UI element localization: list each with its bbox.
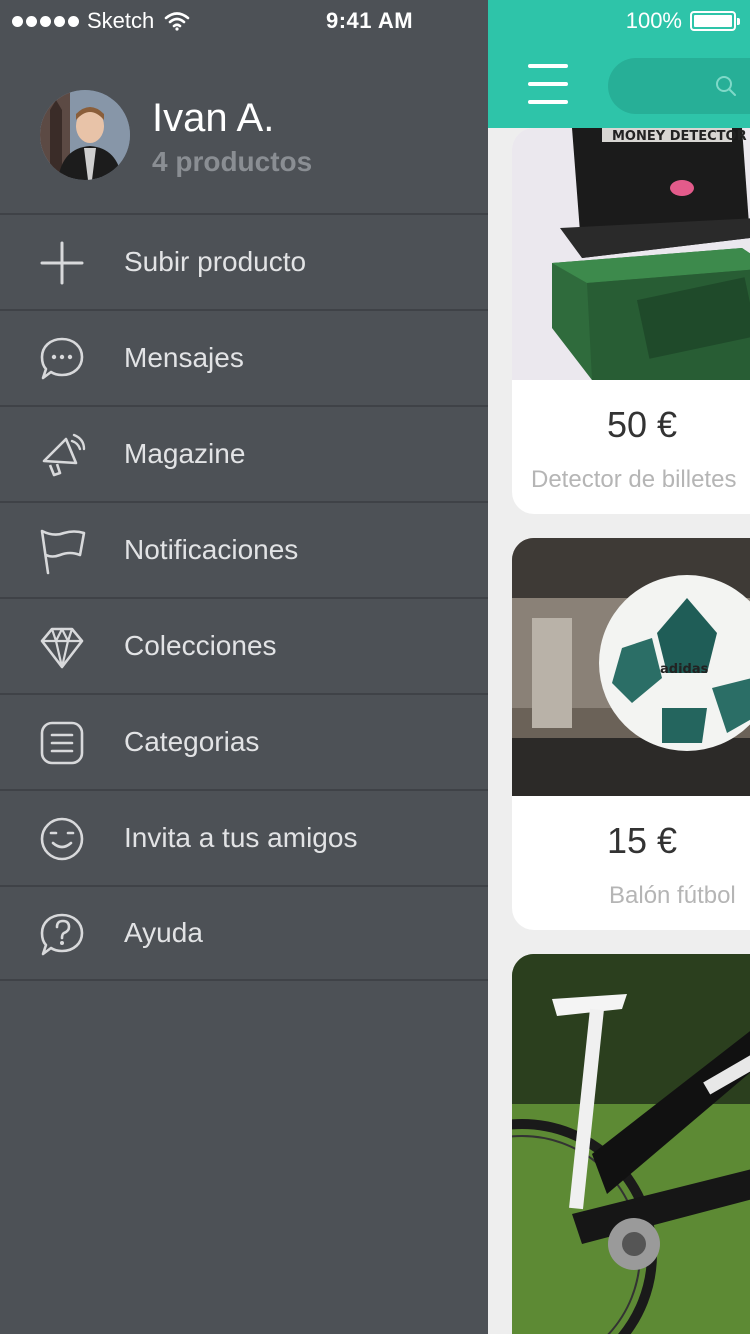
product-card[interactable]: adidas 15 € Balón fútbol — [512, 538, 750, 930]
product-feed: 100% MONEY DETECTOR 50 € Detector de bil… — [488, 0, 750, 1334]
status-time: 9:41 AM — [326, 8, 414, 33]
battery-icon — [690, 11, 740, 31]
flag-icon — [40, 529, 86, 575]
product-title: Detector de billetes — [531, 466, 737, 493]
product-image — [512, 954, 750, 1334]
menu-item-categories[interactable]: Categorias — [0, 693, 488, 789]
signal-dots-icon — [12, 15, 79, 27]
menu-item-label: Ayuda — [124, 917, 203, 948]
menu-item-upload[interactable]: Subir producto — [0, 213, 488, 309]
svg-text:MONEY DETECTOR: MONEY DETECTOR — [612, 129, 747, 144]
list-icon — [40, 721, 84, 765]
menu-item-label: Categorias — [124, 726, 260, 757]
menu-item-label: Subir producto — [124, 246, 307, 277]
menu-item-label: Magazine — [124, 438, 246, 469]
menu-item-label: Invita a tus amigos — [124, 822, 358, 853]
menu-item-notifications[interactable]: Notificaciones — [0, 501, 488, 597]
battery-percent: 100% — [625, 8, 682, 33]
svg-text:adidas: adidas — [660, 662, 709, 677]
menu-item-label: Mensajes — [124, 342, 244, 373]
diamond-icon — [40, 627, 84, 669]
help-bubble-icon — [40, 913, 84, 956]
wifi-icon — [164, 12, 190, 31]
product-price: 15 € — [606, 820, 678, 861]
menu-item-magazine[interactable]: Magazine — [0, 405, 488, 501]
carrier-name: Sketch — [87, 8, 155, 33]
search-icon — [716, 76, 736, 96]
plus-icon — [40, 241, 84, 285]
search-field[interactable] — [608, 58, 750, 114]
smiley-icon — [40, 817, 84, 861]
user-profile[interactable]: Ivan A. 4 productos — [0, 88, 488, 214]
product-card[interactable] — [512, 954, 750, 1334]
chat-bubble-icon — [40, 337, 84, 380]
status-bar-right: 100% — [625, 8, 740, 34]
menu-item-label: Notificaciones — [124, 534, 299, 565]
menu-item-messages[interactable]: Mensajes — [0, 309, 488, 405]
menu-item-help[interactable]: Ayuda — [0, 885, 488, 981]
menu-item-label: Colecciones — [124, 630, 277, 661]
drawer-menu: Subir producto Mensajes Magazine Notific… — [0, 213, 488, 981]
top-bar: 100% — [488, 0, 750, 128]
product-title: Balón fútbol — [609, 882, 736, 909]
status-bar-left: Sketch — [12, 8, 190, 34]
product-image: MONEY DETECTOR — [512, 128, 750, 380]
megaphone-icon — [42, 433, 86, 477]
side-drawer: Sketch 9:41 AM Ivan A. 4 productos Subir… — [0, 0, 488, 1334]
user-name: Ivan A. — [152, 96, 275, 140]
avatar[interactable] — [40, 90, 130, 180]
product-price: 50 € — [606, 404, 678, 445]
menu-item-invite-friends[interactable]: Invita a tus amigos — [0, 789, 488, 885]
menu-toggle-button[interactable] — [528, 64, 568, 106]
user-product-count: 4 productos — [152, 146, 313, 177]
product-card[interactable]: MONEY DETECTOR 50 € Detector de billetes — [512, 128, 750, 514]
menu-item-collections[interactable]: Colecciones — [0, 597, 488, 693]
product-image: adidas — [512, 538, 750, 796]
